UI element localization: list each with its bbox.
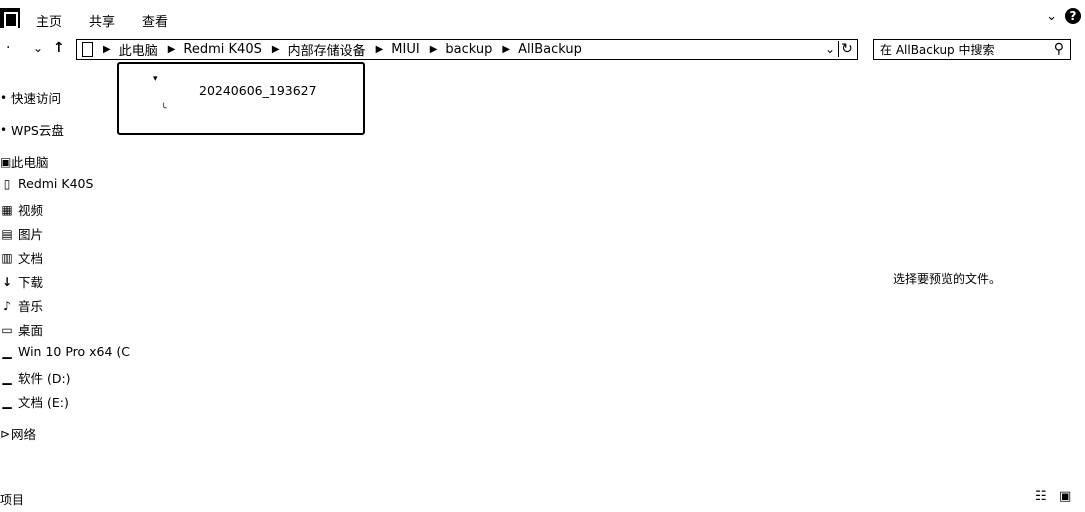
refresh-icon[interactable]: ↻ <box>838 41 855 57</box>
sidebar-item-drive-e[interactable]: ▁ 文档 (E:) <box>0 392 69 411</box>
chevron-right-icon[interactable]: ▶ <box>168 44 176 55</box>
sidebar-item-pictures[interactable]: ▤ 图片 <box>0 224 43 243</box>
download-icon: ↓ <box>1 274 13 289</box>
expand-ribbon-icon[interactable]: ⌄ <box>1046 9 1057 24</box>
sidebar-item-videos[interactable]: ▦ 视频 <box>0 200 43 219</box>
file-icon: ▾ <box>153 74 158 84</box>
ribbon-controls: ⌄ ? <box>1046 8 1081 24</box>
sidebar-item-label: 此电脑 <box>11 155 49 170</box>
tab-home[interactable]: 主页 <box>36 11 62 30</box>
sidebar-item-label: 快速访问 <box>11 91 62 106</box>
music-icon: ♪ <box>3 298 11 313</box>
sidebar-item-music[interactable]: ♪ 音乐 <box>0 296 43 315</box>
search-box[interactable]: ⚲ <box>873 39 1071 60</box>
desktop-icon: ▭ <box>1 322 13 337</box>
recent-locations-dropdown-icon[interactable]: ⌄ <box>33 41 43 55</box>
breadcrumb-backup[interactable]: backup <box>445 42 492 57</box>
sidebar-item-label: 文档 <box>18 251 44 266</box>
chevron-right-icon[interactable]: ▶ <box>103 44 111 55</box>
search-icon[interactable]: ⚲ <box>1054 41 1064 57</box>
navigation-bar: · ⌄ ↑ ▶ 此电脑 ▶ Redmi K40S ▶ 内部存储设备 ▶ MIUI… <box>0 38 1085 62</box>
sidebar-item-drive-d[interactable]: ▁ 软件 (D:) <box>0 368 71 387</box>
network-icon: ⊳ <box>0 426 11 441</box>
tab-view[interactable]: 查看 <box>142 11 168 30</box>
chevron-right-icon[interactable]: ▶ <box>376 44 384 55</box>
drive-icon: ▁ <box>2 370 12 385</box>
sidebar-item-label: 下载 <box>18 275 44 290</box>
file-item[interactable]: ▾ 20240606_193627 ╰ <box>117 62 365 135</box>
sidebar-item-quick-access[interactable]: • 快速访问 <box>0 88 61 107</box>
status-text: 项目 <box>0 493 25 507</box>
sidebar-item-downloads[interactable]: ↓ 下载 <box>0 272 43 291</box>
breadcrumb-internal-storage[interactable]: 内部存储设备 <box>288 40 366 59</box>
address-bar[interactable]: ▶ 此电脑 ▶ Redmi K40S ▶ 内部存储设备 ▶ MIUI ▶ bac… <box>76 39 858 60</box>
sidebar-item-wps-cloud[interactable]: • WPS云盘 <box>0 120 64 139</box>
chevron-right-icon[interactable]: ▶ <box>502 44 510 55</box>
sidebar-item-label: 文档 (E:) <box>18 395 69 410</box>
breadcrumb-miui[interactable]: MIUI <box>391 42 419 57</box>
sidebar-item-this-pc[interactable]: ▣ 此电脑 <box>0 152 49 171</box>
chevron-right-icon[interactable]: ▶ <box>430 44 438 55</box>
sidebar-item-desktop[interactable]: ▭ 桌面 <box>0 320 43 339</box>
file-icon-detail: ╰ <box>161 104 167 114</box>
back-button[interactable]: · <box>6 40 10 56</box>
file-name: 20240606_193627 <box>199 83 317 98</box>
drive-icon: ▁ <box>2 394 12 409</box>
location-icon <box>82 42 93 57</box>
preview-message: 选择要预览的文件。 <box>893 272 1002 286</box>
computer-icon: ▣ <box>0 154 12 169</box>
breadcrumb-allbackup[interactable]: AllBackup <box>518 42 582 57</box>
picture-icon: ▤ <box>1 226 13 241</box>
sidebar-item-label: Redmi K40S <box>18 176 94 191</box>
up-arrow-icon[interactable]: ↑ <box>53 40 65 56</box>
address-dropdown-icon[interactable]: ⌄ <box>825 42 835 56</box>
view-switcher: ☷ ▣ <box>1035 490 1075 504</box>
large-icons-view-icon[interactable]: ▣ <box>1059 490 1075 504</box>
sidebar-item-drive-c[interactable]: ▁ Win 10 Pro x64 (C <box>0 344 130 359</box>
app-menu-icon[interactable] <box>0 8 20 28</box>
sidebar-item-label: 网络 <box>11 427 37 442</box>
ribbon: 主页 共享 查看 ⌄ ? <box>0 0 1085 36</box>
drive-icon: ▁ <box>2 344 12 359</box>
breadcrumb-this-pc[interactable]: 此电脑 <box>119 40 158 59</box>
sidebar-item-label: 软件 (D:) <box>18 371 71 386</box>
sidebar-item-redmi[interactable]: ▯ Redmi K40S <box>0 176 94 191</box>
sidebar-item-label: 桌面 <box>18 323 44 338</box>
phone-icon: ▯ <box>3 176 11 191</box>
sidebar-item-label: 图片 <box>18 227 44 242</box>
tab-share[interactable]: 共享 <box>89 11 115 30</box>
star-icon: • <box>0 90 8 105</box>
video-icon: ▦ <box>1 202 13 217</box>
search-input[interactable] <box>878 41 1052 58</box>
sidebar-item-label: Win 10 Pro x64 (C <box>18 344 131 359</box>
sidebar-item-documents[interactable]: ▥ 文档 <box>0 248 43 267</box>
help-icon[interactable]: ? <box>1065 8 1081 24</box>
sidebar-item-label: 音乐 <box>18 299 44 314</box>
details-view-icon[interactable]: ☷ <box>1035 490 1051 504</box>
sidebar-item-network[interactable]: ⊳ 网络 <box>0 424 36 443</box>
breadcrumb-device[interactable]: Redmi K40S <box>183 42 261 57</box>
chevron-right-icon[interactable]: ▶ <box>272 44 280 55</box>
document-icon: ▥ <box>1 250 13 265</box>
sidebar-item-label: 视频 <box>18 203 44 218</box>
sidebar-item-label: WPS云盘 <box>11 123 64 138</box>
cloud-icon: • <box>0 122 8 137</box>
